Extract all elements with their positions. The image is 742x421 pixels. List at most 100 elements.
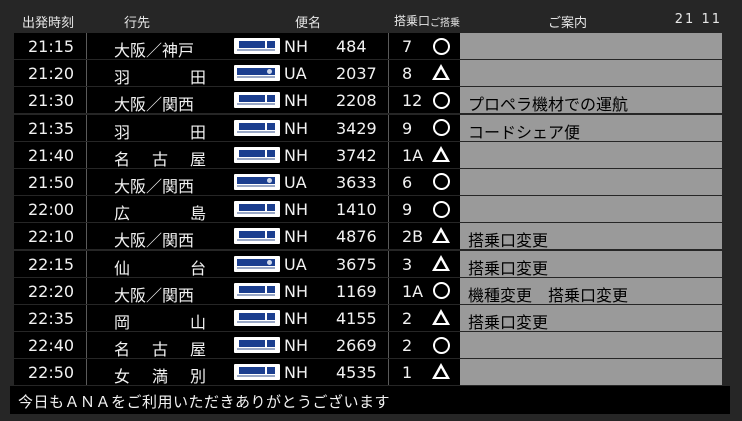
ana-logo-icon [234, 337, 280, 354]
header-time: 出発時刻 [22, 16, 75, 31]
triangle-status-icon [432, 227, 450, 245]
ana-logo-icon [234, 309, 280, 326]
ana-logo-icon [234, 228, 280, 245]
gate-number: 12 [402, 91, 423, 111]
destination-char: 山 [189, 312, 206, 332]
column-divider [388, 332, 389, 359]
circle-status-icon [432, 200, 450, 218]
airline-code: NH [284, 308, 308, 328]
flight-row: 22:15 仙台 UA 3675 3 搭乗口変更 [14, 250, 722, 278]
column-divider [388, 141, 389, 168]
logo-mark [237, 258, 275, 266]
departure-time: 21:20 [28, 64, 75, 84]
flight-number: 4155 [336, 308, 377, 328]
departure-time: 22:15 [28, 254, 75, 274]
destination: 大阪／関西 [114, 176, 195, 196]
info-text: プロペラ機材での運航 [468, 95, 629, 115]
info-cell [460, 60, 722, 87]
flight-number: 4876 [336, 227, 377, 247]
departure-time: 22:20 [28, 281, 75, 301]
departure-time: 22:40 [28, 336, 75, 356]
column-divider [388, 114, 389, 141]
status-shape [432, 37, 450, 55]
logo-mark [237, 122, 275, 130]
info-text: 搭乗口変更 [468, 231, 549, 251]
info-text: 搭乗口変更 [468, 258, 549, 278]
destination-char: 女 [114, 367, 131, 387]
logo-subline [237, 239, 275, 242]
ticker-bar: 今日もＡＮＡをご利用いただきありがとうございます [10, 386, 730, 414]
header-destination: 行先 [124, 16, 151, 31]
flight-row: 21:20 羽田 UA 2037 8 [14, 60, 722, 87]
destination-char: 広 [114, 204, 131, 224]
column-divider [86, 114, 87, 141]
airline-code: UA [284, 172, 307, 192]
gate-number: 6 [402, 172, 413, 192]
destination-char: 別 [189, 367, 206, 387]
airline-code: NH [284, 118, 308, 138]
info-cell [460, 141, 722, 168]
info-cell [460, 196, 722, 223]
destination-char: 古 [151, 149, 168, 169]
gate-number: 8 [402, 64, 413, 84]
gate-number: 1A [402, 145, 424, 165]
flight-number: 3742 [336, 145, 377, 165]
destination-char: 満 [151, 367, 168, 387]
airline-code: UA [284, 254, 307, 274]
column-divider [86, 223, 87, 250]
header-gate: 搭乗口 [394, 14, 431, 28]
gate-number: 9 [402, 118, 413, 138]
column-divider [86, 250, 87, 277]
logo-subline [237, 320, 275, 323]
triangle-status-icon [432, 308, 450, 327]
triangle-status-icon [432, 145, 450, 164]
airline-code: NH [284, 37, 308, 56]
flight-row: 21:30 大阪／関西 NH 2208 12 プロペラ機材での運航 [14, 87, 722, 115]
column-divider [86, 33, 87, 59]
departure-time: 22:35 [28, 308, 75, 328]
column-divider [388, 223, 389, 250]
ana-logo-icon [234, 92, 280, 109]
flight-row: 22:50 女満 別 NH 4535 1 [14, 359, 722, 387]
logo-subline [237, 266, 275, 269]
airline-code: NH [284, 200, 308, 220]
triangle-status-icon [432, 363, 450, 381]
departure-time: 22:10 [28, 227, 75, 247]
destination: 大阪／神戸 [114, 41, 195, 60]
column-divider [388, 87, 389, 114]
logo-mark [237, 95, 275, 103]
united-logo-icon [234, 65, 280, 82]
column-divider [86, 141, 87, 168]
logo-subline [237, 348, 275, 351]
gate-number: 9 [402, 200, 413, 220]
flight-rows: 21:15 大阪／神戸 NH 484 7 21:20 羽田 UA 2037 8 21:30 大阪／関西… [14, 33, 722, 386]
flight-number: 1169 [336, 281, 377, 301]
airline-code: NH [284, 227, 308, 247]
status-shape [432, 119, 450, 137]
flight-number: 3633 [336, 172, 377, 192]
circle-status-icon [432, 91, 450, 109]
status-shape [432, 363, 450, 380]
destination-char: 名 [114, 340, 131, 360]
airline-code: NH [284, 91, 308, 111]
destination-char: 屋 [189, 149, 206, 169]
flight-number: 2208 [336, 91, 377, 111]
destination-char: 仙 [114, 258, 131, 278]
destination: 名古 屋 [114, 146, 206, 170]
flight-number: 1410 [336, 200, 377, 220]
destination-char: 田 [189, 122, 206, 142]
ana-logo-icon [234, 201, 280, 218]
info-cell [460, 33, 722, 59]
column-divider [388, 277, 389, 304]
column-divider [388, 60, 389, 87]
flight-number: 3429 [336, 118, 377, 138]
status-shape [432, 282, 450, 300]
column-divider [388, 250, 389, 277]
destination: 名古 屋 [114, 336, 206, 360]
destination: 羽田 [114, 119, 206, 143]
flight-row: 21:50 大阪／関西 UA 3633 6 [14, 168, 722, 196]
circle-status-icon [432, 173, 450, 191]
column-divider [388, 168, 389, 195]
info-cell: コードシェア便 [460, 114, 722, 142]
logo-mark [237, 204, 275, 212]
